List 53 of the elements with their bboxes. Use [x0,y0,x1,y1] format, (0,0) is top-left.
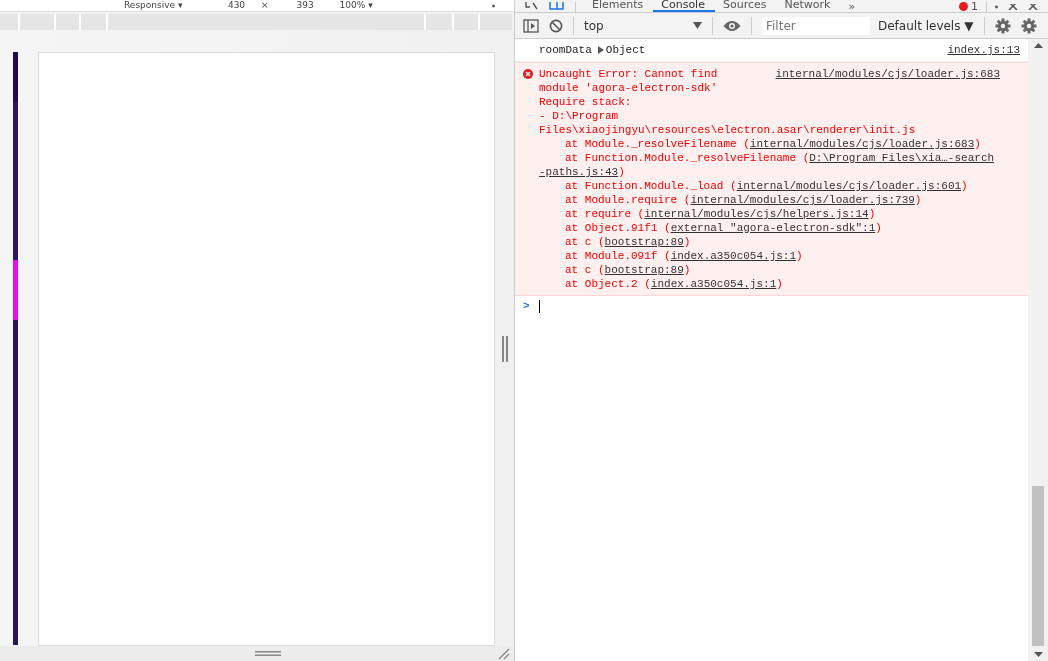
stack-frame-text: at Module.require ( [565,194,691,206]
filter-field[interactable]: Filter [762,16,870,35]
stack-frame-text: ) [618,166,625,178]
error-count-badge[interactable]: 1 [959,1,978,12]
zoom-dropdown[interactable]: 100% ▾ [339,0,373,12]
stack-frame-text: ) [914,194,922,206]
stack-frame-text: ) [961,180,968,192]
stack-frame-link[interactable]: bootstrap:89 [604,236,684,248]
stack-frame-link[interactable]: external "agora-electron-sdk":1 [670,222,876,234]
stack-frame-text: at Object.91f1 ( [565,222,671,234]
times-sign: × [261,0,269,12]
stack-frame-link[interactable]: -paths.js:43 [539,166,619,178]
source-link[interactable]: internal/modules/cjs/loader.js:683 [775,67,1000,81]
stack-frame-link[interactable]: bootstrap:89 [604,264,684,276]
error-count: 1 [971,1,978,12]
error-text: - D:\Program [539,109,620,123]
stack-frame-text: at Object.2 ( [565,278,651,290]
prompt-chevron: > [523,299,530,313]
stack-frame-link[interactable]: internal/modules/cjs/loader.js:683 [749,138,975,150]
stack-frame-link[interactable]: index.a350c054.js:1 [670,250,797,262]
stack-frame-text: at Module._resolveFilename ( [565,138,750,150]
stack-frame-text: at require ( [565,208,645,220]
devtools-tab[interactable]: Network [776,0,841,12]
levels-dropdown[interactable]: Default levels ▼ [878,18,974,33]
stack-frame-text: at c ( [565,236,605,248]
error-text: Require stack: [539,95,633,109]
devtools-tab[interactable]: Elements [584,0,654,12]
stack-frame-text: at Function.Module._resolveFilename ( [565,152,810,164]
stack-frame-text: ) [683,236,691,248]
stack-frame-text: ) [875,222,882,234]
source-link[interactable]: index.js:13 [947,43,1020,57]
devtools-tab[interactable]: Sources [714,0,777,12]
stack-frame-link[interactable]: index.a350c054.js:1 [650,278,777,290]
stack-frame-link[interactable]: internal/modules/cjs/helpers.js:14 [644,208,869,220]
stack-frame-text: ) [974,138,981,150]
device-dropdown[interactable]: Responsive ▾ [124,0,204,12]
error-text: Uncaught Error: Cannot find [539,67,718,81]
object-toggle[interactable]: Object [597,43,646,57]
stack-frame-link[interactable]: internal/modules/cjs/loader.js:739 [690,194,915,206]
stack-frame-link[interactable]: internal/modules/cjs/loader.js:601 [736,180,962,192]
error-text: module 'agora-electron-sdk' [539,81,719,95]
stack-frame-text: at Function.Module._load ( [565,180,737,192]
error-text: Files\xiaojingyu\resources\electron.asar\renderer\init.js [539,123,917,137]
stack-frame-text: ) [776,278,783,290]
stack-frame-text: at c ( [565,264,605,276]
stack-frame-text: ) [683,264,691,276]
stack-frame-text: at Module.091f ( [565,250,671,262]
stack-frame-text: ) [796,250,803,262]
context-dropdown[interactable]: top [584,18,702,33]
stack-frame-text: ) [868,208,876,220]
stack-frame-link[interactable]: D:\Program Files\xia…-search [809,152,995,164]
more-tabs-button[interactable]: » [840,1,864,12]
log-label: roomData [539,43,592,57]
